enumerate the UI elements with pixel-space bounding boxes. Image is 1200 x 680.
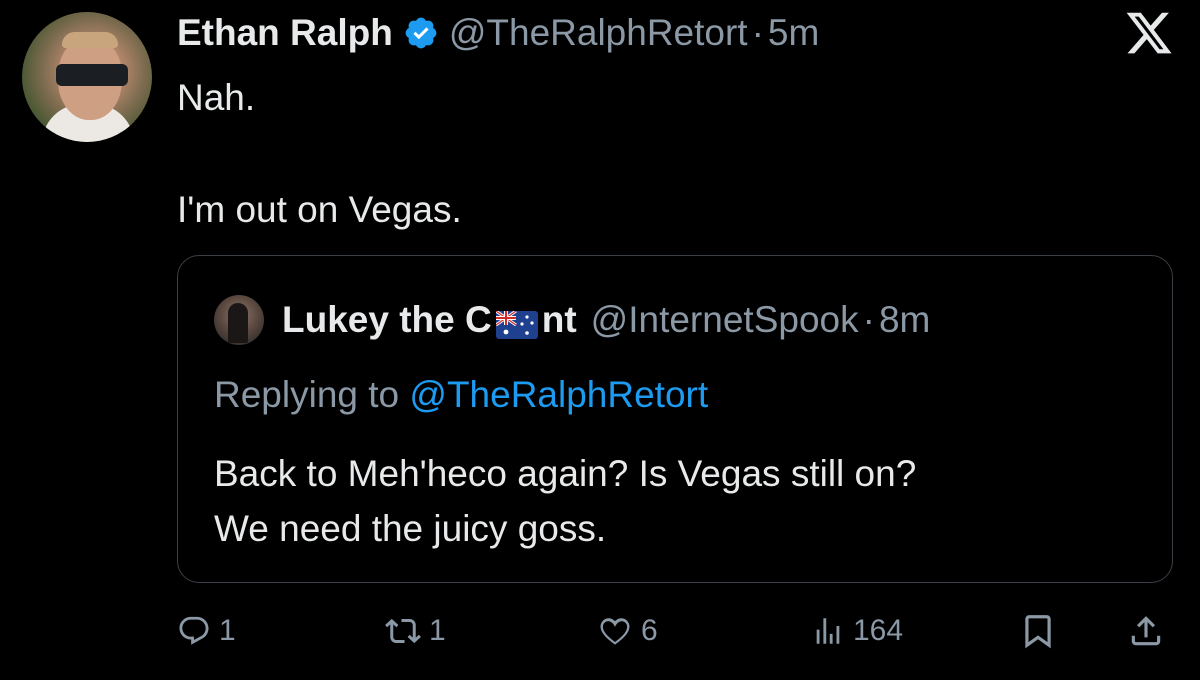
tweet-text-line: Nah. xyxy=(177,77,256,118)
retweet-button[interactable]: 1 xyxy=(385,606,446,656)
quoted-tweet[interactable]: Lukey the C nt @InternetSpook · 8m Reply… xyxy=(177,255,1173,583)
quoted-tweet-text: Back to Meh'heco again? Is Vegas still o… xyxy=(214,446,1134,556)
tweet-header: Ethan Ralph @TheRalphRetort · 5m xyxy=(177,10,819,56)
retweet-icon xyxy=(385,613,421,649)
replying-to-label: Replying to xyxy=(214,374,400,415)
tweet-text: Nah. I'm out on Vegas. xyxy=(177,70,1077,238)
quoted-author-name-part: Lukey the C xyxy=(282,299,492,340)
verified-badge-icon xyxy=(403,15,439,51)
quoted-author-avatar[interactable] xyxy=(214,295,264,345)
share-icon xyxy=(1127,612,1165,650)
views-icon xyxy=(811,614,845,648)
views-count: 164 xyxy=(853,614,904,647)
reply-icon xyxy=(177,614,211,648)
like-count: 6 xyxy=(641,614,658,647)
author-name[interactable]: Ethan Ralph xyxy=(177,12,393,54)
retweet-count: 1 xyxy=(429,614,446,647)
quoted-author-name-part: nt xyxy=(541,299,577,340)
quoted-author-name[interactable]: Lukey the C nt xyxy=(282,299,577,341)
quoted-text-line: Back to Meh'heco again? Is Vegas still o… xyxy=(214,453,917,494)
quoted-tweet-timestamp[interactable]: 8m xyxy=(879,299,930,341)
separator-dot: · xyxy=(751,12,764,53)
x-logo-icon xyxy=(1124,8,1174,58)
australian-flag-icon xyxy=(494,306,538,339)
tweet-actions-bar: 1 1 6 164 xyxy=(177,606,1167,656)
author-handle[interactable]: @TheRalphRetort xyxy=(449,12,748,54)
quoted-text-line: We need the juicy goss. xyxy=(214,508,607,549)
replying-to-line: Replying to @TheRalphRetort xyxy=(214,371,708,419)
reply-count: 1 xyxy=(219,614,236,647)
tweet-text-line: I'm out on Vegas. xyxy=(177,189,462,230)
quoted-author-handle[interactable]: @InternetSpook xyxy=(591,299,859,341)
quoted-tweet-header: Lukey the C nt @InternetSpook · 8m xyxy=(214,295,930,345)
author-avatar[interactable] xyxy=(22,12,152,142)
replying-to-mention[interactable]: @TheRalphRetort xyxy=(409,374,708,415)
views-button[interactable]: 164 xyxy=(811,606,903,656)
tweet-card: Ethan Ralph @TheRalphRetort · 5m Nah. I'… xyxy=(0,0,1200,680)
tweet-timestamp[interactable]: 5m xyxy=(768,12,819,54)
bookmark-button[interactable] xyxy=(1019,606,1057,656)
bookmark-icon xyxy=(1019,612,1057,650)
separator-dot: · xyxy=(862,299,875,340)
share-button[interactable] xyxy=(1127,606,1165,656)
like-icon xyxy=(597,613,633,649)
reply-button[interactable]: 1 xyxy=(177,606,236,656)
like-button[interactable]: 6 xyxy=(597,606,658,656)
